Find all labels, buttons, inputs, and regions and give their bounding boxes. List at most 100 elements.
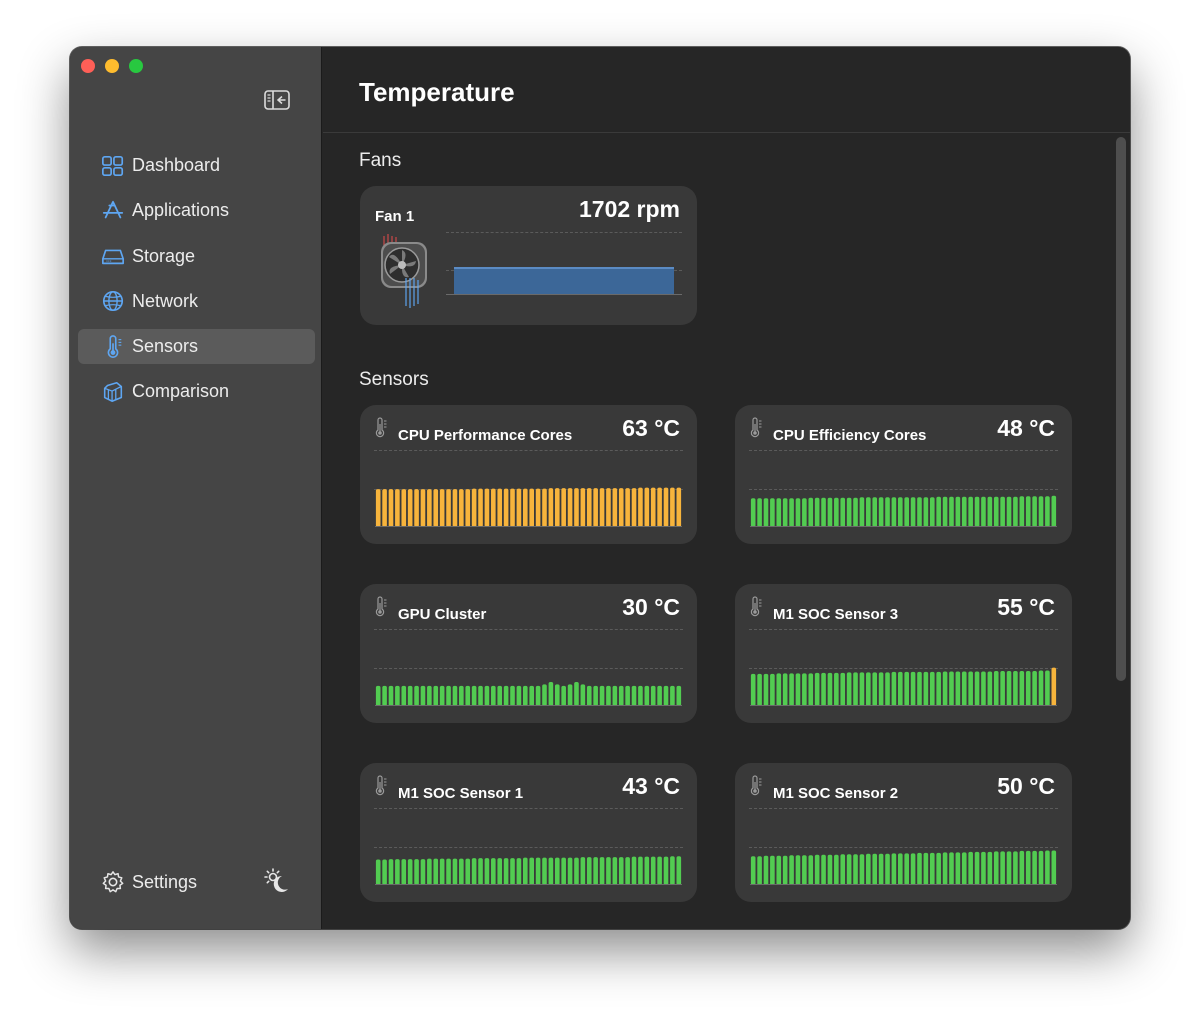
sidebar-item-comparison[interactable]: Comparison	[78, 374, 315, 409]
history-bar	[650, 487, 656, 527]
history-bar	[770, 673, 775, 706]
history-bar	[904, 497, 909, 527]
history-bar	[923, 671, 929, 706]
history-bar	[606, 685, 611, 706]
scrollbar[interactable]	[1116, 137, 1126, 681]
history-bar	[497, 488, 503, 527]
history-bar	[1051, 495, 1057, 527]
history-bar	[872, 672, 878, 706]
history-bar	[1006, 496, 1012, 527]
history-bar	[535, 857, 541, 885]
history-bar	[618, 857, 624, 885]
history-bar	[542, 488, 547, 527]
history-bar	[427, 858, 432, 885]
header: Temperature	[323, 47, 1130, 133]
sensor-card: CPU Performance Cores 63 °C	[360, 405, 697, 544]
history-bar	[955, 671, 961, 706]
sidebar-item-network[interactable]: Network	[78, 284, 315, 319]
history-bar	[834, 672, 839, 706]
history-bar	[535, 488, 541, 527]
history-bar	[1000, 851, 1005, 885]
history-bar	[878, 497, 884, 527]
history-bar	[955, 496, 961, 527]
history-bar	[388, 489, 394, 527]
history-bar	[599, 488, 605, 527]
history-bar	[1045, 670, 1050, 706]
fan-card: Fan 1 1702 rpm	[360, 186, 697, 325]
history-bar	[407, 859, 413, 885]
history-bar	[782, 855, 788, 885]
history-bar	[974, 496, 980, 527]
history-bar	[821, 672, 826, 706]
sidebar-item-sensors[interactable]: Sensors	[78, 329, 315, 365]
history-bar	[644, 685, 650, 706]
history-bar	[663, 685, 669, 706]
history-bar	[917, 852, 922, 885]
sidebar-nav: Dashboard Applications Storage Network S…	[78, 148, 315, 420]
history-bar	[638, 685, 643, 706]
history-bar	[1032, 850, 1037, 885]
history-bar	[388, 685, 394, 706]
history-bar	[650, 856, 656, 885]
history-bar	[465, 489, 471, 527]
sensor-history-graph	[375, 837, 682, 885]
history-bar	[904, 671, 909, 706]
main-content: Temperature Fans Fan 1 1702 rpm Sensors …	[323, 47, 1130, 929]
sidebar-item-storage[interactable]: Storage	[78, 239, 315, 274]
history-bar	[382, 859, 387, 885]
history-bar	[395, 859, 400, 885]
history-bar	[561, 685, 566, 706]
sidebar-item-applications[interactable]: Applications	[78, 193, 315, 228]
history-bar	[548, 488, 554, 527]
history-bar	[795, 673, 801, 706]
history-bar	[942, 496, 948, 527]
history-bar	[375, 859, 381, 885]
history-bar	[853, 854, 858, 885]
history-bar	[523, 857, 528, 885]
history-bar	[885, 672, 890, 706]
sun-moon-icon[interactable]	[263, 867, 291, 895]
history-bar	[542, 684, 547, 706]
history-bar	[808, 855, 814, 885]
zoom-button[interactable]	[129, 59, 143, 73]
history-bar	[523, 488, 528, 527]
minimize-button[interactable]	[105, 59, 119, 73]
history-bar	[763, 673, 769, 706]
sidebar-collapse-icon[interactable]	[264, 89, 290, 111]
thermometer-icon	[749, 417, 763, 439]
history-bar	[516, 858, 522, 885]
history-bar	[401, 489, 407, 527]
history-bar	[814, 672, 820, 706]
history-bar	[459, 858, 464, 885]
history-bar	[763, 855, 769, 885]
history-bar	[821, 854, 826, 885]
history-bar	[827, 672, 833, 706]
sensor-history-graph	[375, 658, 682, 706]
history-bar	[1038, 496, 1044, 527]
history-bar	[657, 487, 662, 527]
history-bar	[593, 685, 598, 706]
history-bar	[955, 852, 961, 885]
history-bar	[757, 856, 762, 885]
history-bar	[618, 685, 624, 706]
globe-icon	[100, 288, 126, 314]
sidebar-item-dashboard[interactable]: Dashboard	[78, 148, 315, 183]
history-bar	[548, 857, 554, 885]
history-bar	[420, 685, 426, 706]
history-bar	[407, 489, 413, 527]
close-button[interactable]	[81, 59, 95, 73]
history-bar	[872, 497, 878, 527]
history-bar	[968, 496, 973, 527]
history-bar	[427, 685, 432, 706]
history-bar	[1019, 670, 1025, 706]
history-bar	[567, 488, 573, 527]
history-bar	[853, 497, 858, 527]
sensor-name: CPU Efficiency Cores	[773, 427, 927, 444]
history-bar	[827, 854, 833, 885]
history-bar	[510, 488, 515, 527]
history-bar	[631, 488, 637, 527]
history-bar	[631, 685, 637, 706]
history-bar	[484, 488, 490, 527]
settings-button[interactable]: Settings	[100, 869, 197, 895]
history-bar	[401, 685, 407, 706]
